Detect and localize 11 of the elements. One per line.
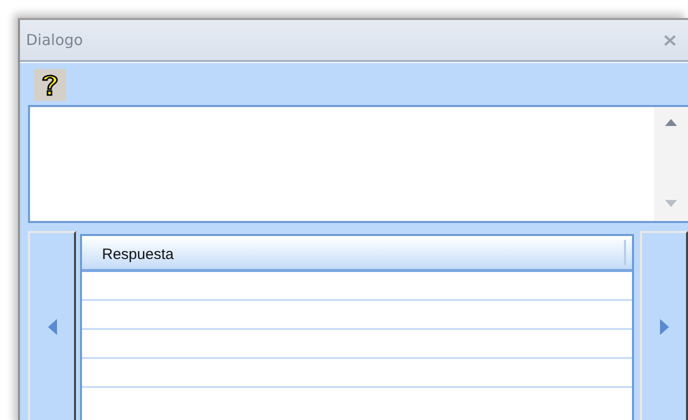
left-arrow-icon xyxy=(48,318,56,334)
right-arrow-icon xyxy=(660,318,668,334)
previous-button[interactable] xyxy=(28,231,76,420)
window-title: Dialogo xyxy=(26,31,83,49)
scroll-up-icon[interactable] xyxy=(665,119,677,126)
next-button[interactable] xyxy=(640,231,688,420)
answer-grid[interactable]: Respuesta xyxy=(80,234,634,420)
scroll-down-icon[interactable] xyxy=(665,200,677,207)
close-icon[interactable] xyxy=(664,34,676,46)
help-icon[interactable] xyxy=(34,69,66,101)
scrollbar[interactable] xyxy=(654,107,688,221)
